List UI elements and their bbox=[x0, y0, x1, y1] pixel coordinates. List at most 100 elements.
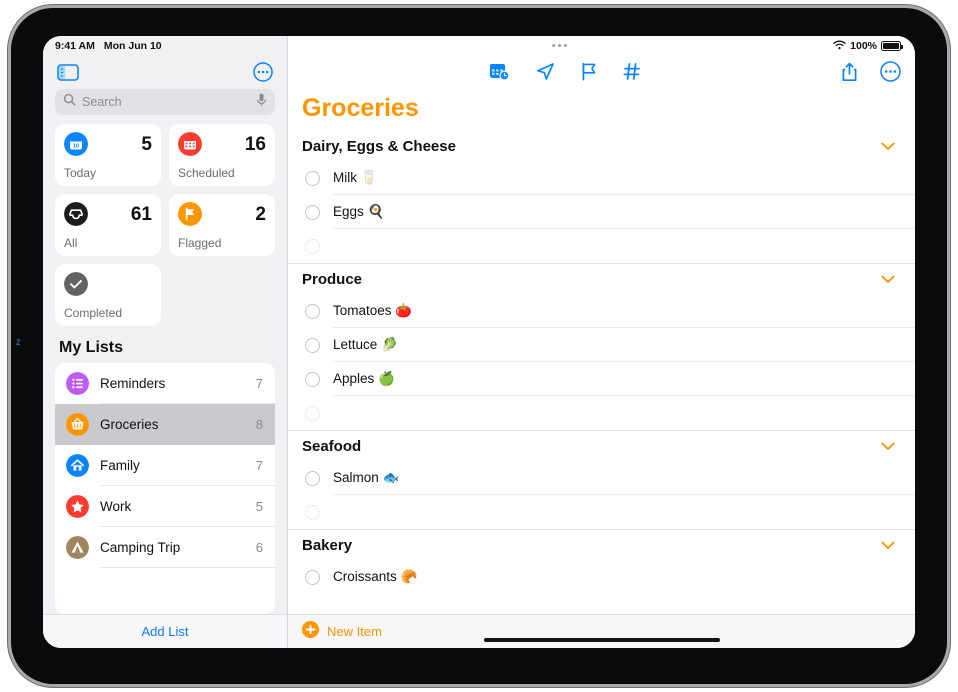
reminder-item[interactable]: Tomatoes 🍅 bbox=[288, 294, 915, 328]
reminder-item[interactable]: Eggs 🍳 bbox=[288, 195, 915, 229]
search-placeholder: Search bbox=[82, 95, 122, 109]
wifi-icon bbox=[833, 40, 846, 53]
divider bbox=[100, 567, 275, 568]
section-header-produce[interactable]: Produce bbox=[288, 264, 915, 294]
checkbox-circle[interactable] bbox=[305, 303, 320, 319]
sidebar-item-count: 6 bbox=[255, 540, 263, 555]
checkbox-circle[interactable] bbox=[305, 470, 320, 486]
section-title: Dairy, Eggs & Cheese bbox=[302, 138, 456, 155]
home-indicator[interactable] bbox=[483, 638, 720, 642]
section-header-bakery[interactable]: Bakery bbox=[288, 530, 915, 560]
basket-icon bbox=[66, 413, 89, 436]
detail-toolbar bbox=[288, 56, 915, 92]
toolbar-right-actions bbox=[841, 61, 901, 87]
chevron-down-icon[interactable] bbox=[881, 541, 895, 550]
status-bar-left: 9:41 AM Mon Jun 10 bbox=[43, 36, 287, 56]
ipad-device: 9:41 AM Mon Jun 10 Search 10 5 Today 16 … bbox=[11, 8, 947, 684]
search-input[interactable]: Search bbox=[55, 89, 275, 115]
reminder-item[interactable]: Salmon 🐟 bbox=[288, 461, 915, 495]
checkbox-circle[interactable] bbox=[305, 238, 320, 254]
hashtag-icon[interactable] bbox=[622, 62, 641, 86]
checkmark-icon bbox=[64, 272, 88, 296]
sidebar-footer: Add List bbox=[43, 614, 287, 648]
tent-icon bbox=[66, 536, 89, 559]
sidebar-item-label: Reminders bbox=[100, 376, 166, 391]
reminder-item-empty[interactable] bbox=[288, 495, 915, 529]
smart-list-today[interactable]: 10 5 Today bbox=[55, 124, 161, 186]
annotation-marker: 2 bbox=[16, 338, 21, 347]
reminder-text: Apples 🍏 bbox=[333, 371, 395, 386]
reminder-item-empty[interactable] bbox=[288, 396, 915, 430]
section-header-seafood[interactable]: Seafood bbox=[288, 431, 915, 461]
checkbox-circle[interactable] bbox=[305, 405, 320, 421]
share-icon[interactable] bbox=[841, 62, 858, 87]
sidebar-item-label: Family bbox=[100, 458, 140, 473]
smart-list-label: Completed bbox=[64, 306, 123, 320]
checkbox-circle[interactable] bbox=[305, 371, 320, 387]
add-list-button[interactable]: Add List bbox=[142, 624, 189, 639]
svg-text:10: 10 bbox=[73, 143, 79, 149]
reminders-list[interactable]: Dairy, Eggs & Cheese Milk 🥛 Eggs 🍳 Produ… bbox=[288, 131, 915, 614]
reminder-item[interactable]: Apples 🍏 bbox=[288, 362, 915, 396]
sidebar-item-camping-trip[interactable]: Camping Trip 6 bbox=[55, 527, 275, 568]
reminder-text: Tomatoes 🍅 bbox=[333, 303, 413, 318]
status-bar-right: ••• 100% bbox=[288, 36, 915, 56]
chevron-down-icon[interactable] bbox=[881, 142, 895, 151]
calendar-clock-icon[interactable] bbox=[489, 62, 510, 86]
checkbox-circle[interactable] bbox=[305, 504, 320, 520]
plus-circle-icon[interactable] bbox=[302, 620, 319, 643]
checkbox-circle[interactable] bbox=[305, 337, 320, 353]
section-title: Seafood bbox=[302, 438, 362, 455]
sidebar-more-icon[interactable] bbox=[253, 62, 273, 82]
sidebar-item-label: Groceries bbox=[100, 417, 159, 432]
reminder-item-empty[interactable] bbox=[288, 229, 915, 263]
smart-list-count: 61 bbox=[130, 203, 152, 225]
checkbox-circle[interactable] bbox=[305, 170, 320, 186]
bullet-list-icon bbox=[66, 372, 89, 395]
smart-list-all[interactable]: 61 All bbox=[55, 194, 161, 256]
reminder-item[interactable]: Lettuce 🥬 bbox=[288, 328, 915, 362]
sidebar-header bbox=[43, 56, 287, 86]
new-item-bar[interactable]: New Item bbox=[288, 614, 915, 648]
checkbox-circle[interactable] bbox=[305, 204, 320, 220]
multitasking-dots-icon[interactable]: ••• bbox=[288, 40, 833, 52]
flag-icon[interactable] bbox=[581, 62, 597, 86]
sidebar-item-family[interactable]: Family 7 bbox=[55, 445, 275, 486]
chevron-down-icon[interactable] bbox=[881, 275, 895, 284]
sidebar-item-label: Work bbox=[100, 499, 132, 514]
sidebar-item-label: Camping Trip bbox=[100, 540, 181, 555]
my-lists-heading: My Lists bbox=[59, 339, 124, 356]
reminder-text: Croissants 🥐 bbox=[333, 569, 418, 584]
sidebar: 9:41 AM Mon Jun 10 Search 10 5 Today 16 … bbox=[43, 36, 288, 648]
flag-icon bbox=[178, 202, 202, 226]
microphone-icon[interactable] bbox=[256, 93, 267, 112]
sidebar-item-work[interactable]: Work 5 bbox=[55, 486, 275, 527]
toolbar-center-actions bbox=[288, 62, 841, 86]
location-arrow-icon[interactable] bbox=[536, 62, 555, 86]
page-title: Groceries bbox=[302, 94, 419, 122]
chevron-down-icon[interactable] bbox=[881, 442, 895, 451]
reminder-text: Lettuce 🥬 bbox=[333, 337, 398, 352]
sidebar-toggle-icon[interactable] bbox=[57, 63, 79, 81]
checkbox-circle[interactable] bbox=[305, 569, 320, 585]
smart-list-completed[interactable]: Completed bbox=[55, 264, 161, 326]
sidebar-item-count: 7 bbox=[255, 376, 263, 391]
sidebar-item-count: 7 bbox=[255, 458, 263, 473]
detail-more-icon[interactable] bbox=[880, 61, 901, 87]
smart-list-scheduled[interactable]: 16 Scheduled bbox=[169, 124, 275, 186]
reminder-item[interactable]: Milk 🥛 bbox=[288, 161, 915, 195]
new-item-label: New Item bbox=[327, 624, 382, 639]
search-container: Search bbox=[43, 86, 287, 124]
smart-list-count: 5 bbox=[141, 133, 152, 155]
sidebar-item-reminders[interactable]: Reminders 7 bbox=[55, 363, 275, 404]
smart-lists-grid: 10 5 Today 16 Scheduled 61 All 2 Flagged… bbox=[43, 124, 287, 326]
reminder-item[interactable]: Croissants 🥐 bbox=[288, 560, 915, 594]
sidebar-item-groceries[interactable]: Groceries 8 bbox=[55, 404, 275, 445]
section-title: Produce bbox=[302, 271, 363, 288]
reminder-text: Eggs 🍳 bbox=[333, 204, 385, 219]
section-header-dairy[interactable]: Dairy, Eggs & Cheese bbox=[288, 131, 915, 161]
status-time: 9:41 AM bbox=[55, 40, 95, 52]
star-icon bbox=[66, 495, 89, 518]
sidebar-item-count: 5 bbox=[255, 499, 263, 514]
smart-list-flagged[interactable]: 2 Flagged bbox=[169, 194, 275, 256]
